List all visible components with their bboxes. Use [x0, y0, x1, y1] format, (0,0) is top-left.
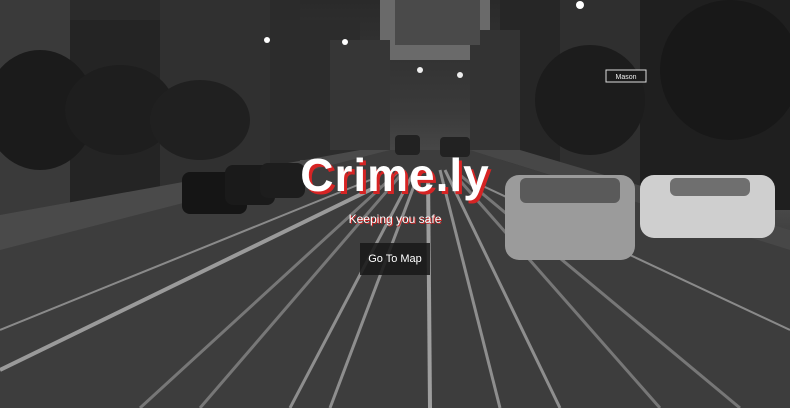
hero-title: Crime.ly	[300, 149, 490, 201]
go-to-map-button[interactable]: Go To Map	[360, 243, 430, 275]
hero-overlay: Crime.ly Keeping you safe Go To Map	[0, 0, 790, 408]
hero-tagline: Keeping you safe	[348, 212, 442, 226]
